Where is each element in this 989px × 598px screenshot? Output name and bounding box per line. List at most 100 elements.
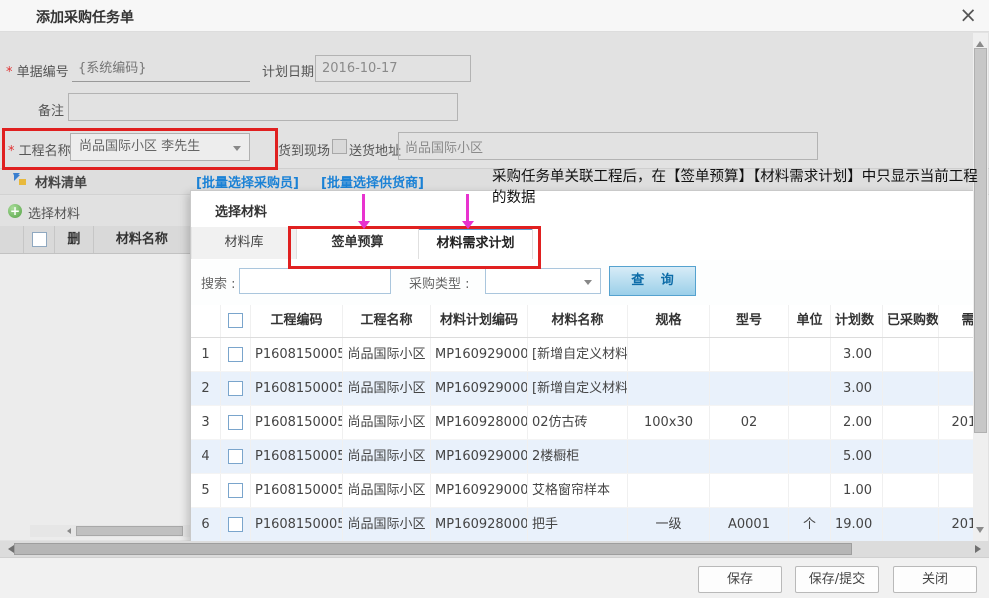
table-cell: P1608150005 — [251, 508, 343, 541]
table-cell: 5.00 — [831, 440, 883, 473]
table-cell: 个 — [789, 508, 831, 541]
annotation-text: 采购任务单关联工程后，在【签单预算】【材料需求计划】中只显示当前工程的数据 — [492, 167, 989, 209]
scroll-right-icon[interactable] — [975, 545, 985, 553]
table-cell — [939, 372, 975, 405]
row-checkbox-cell — [221, 474, 251, 507]
picker-title: 选择材料 — [215, 201, 267, 220]
table-cell — [789, 406, 831, 439]
scrollbar-thumb[interactable] — [76, 526, 183, 536]
plan-date-label: 计划日期 — [262, 61, 314, 80]
seq-column-header — [191, 305, 221, 337]
table-cell: MP160929000 — [431, 440, 528, 473]
table-row: 1P1608150005尚品国际小区MP160929000[新增自定义材料]3.… — [191, 338, 975, 372]
material-panel-header: 删 材料名称 — [0, 226, 190, 254]
table-cell: 2.00 — [831, 406, 883, 439]
table-cell — [710, 440, 789, 473]
table-cell — [883, 338, 939, 371]
column-header: 材料计划编码 — [431, 305, 528, 337]
row-checkbox-cell — [221, 508, 251, 541]
table-cell: 100x30 — [628, 406, 710, 439]
table-cell: 2016-0 — [939, 406, 975, 439]
table-row: 6P1608150005尚品国际小区MP160928000把手一级A0001个1… — [191, 508, 975, 542]
save-submit-button[interactable]: 保存/提交 — [795, 566, 879, 593]
table-cell — [710, 474, 789, 507]
table-cell: P1608150005 — [251, 440, 343, 473]
scroll-up-icon[interactable] — [976, 37, 984, 47]
address-label: 送货地址 — [349, 140, 401, 159]
doc-no-input[interactable] — [72, 56, 250, 82]
select-all-checkbox[interactable] — [228, 313, 243, 328]
material-name-column-header: 材料名称 — [94, 226, 190, 253]
row-checkbox[interactable] — [228, 381, 243, 396]
scrollbar-thumb[interactable] — [14, 543, 852, 555]
dialog-titlebar: 添加采购任务单 × — [0, 0, 989, 32]
remark-input[interactable] — [68, 93, 458, 121]
project-name-label: * 工程名称 — [8, 140, 71, 159]
close-button[interactable]: 关闭 — [893, 566, 977, 593]
scroll-down-icon[interactable] — [976, 527, 984, 537]
required-asterisk: * — [8, 144, 19, 159]
table-cell: MP160929000 — [431, 338, 528, 371]
required-asterisk: * — [6, 65, 17, 80]
table-cell: [新增自定义材料] — [528, 338, 628, 371]
query-button[interactable]: 查 询 — [609, 266, 696, 296]
address-input[interactable] — [398, 132, 818, 160]
plan-date-input[interactable] — [315, 55, 471, 82]
dialog-footer: 保存 保存/提交 关闭 — [0, 557, 989, 598]
table-row: 2P1608150005尚品国际小区MP160929000[新增自定义材料]3.… — [191, 372, 975, 406]
table-cell — [883, 406, 939, 439]
add-purchase-task-dialog: 添加采购任务单 × * 单据编号 计划日期 备注 * 工程名称 尚品国际小区 李… — [0, 0, 989, 598]
table-cell — [628, 440, 710, 473]
save-button[interactable]: 保存 — [698, 566, 782, 593]
column-header: 工程名称 — [343, 305, 431, 337]
row-select-column — [0, 226, 24, 253]
vertical-scrollbar[interactable] — [973, 33, 988, 541]
row-checkbox-cell — [221, 338, 251, 371]
tab-material-library[interactable]: 材料库 — [191, 227, 297, 259]
remark-label: 备注 — [38, 100, 64, 119]
purchase-type-dropdown[interactable] — [485, 268, 601, 294]
picker-table-header: 工程编码工程名称材料计划编码材料名称规格型号单位计划数已采购数需用 — [191, 305, 975, 338]
table-cell — [939, 338, 975, 371]
add-circle-icon[interactable]: + — [8, 204, 22, 218]
table-cell: 2楼橱柜 — [528, 440, 628, 473]
delete-column-header: 删 — [55, 226, 94, 253]
batch-select-buyer-link[interactable]: [批量选择采购员] — [196, 172, 299, 191]
table-cell — [883, 508, 939, 541]
table-cell — [789, 372, 831, 405]
row-checkbox[interactable] — [228, 415, 243, 430]
select-all-column — [221, 305, 251, 337]
table-cell — [789, 474, 831, 507]
horizontal-scrollbar[interactable] — [0, 541, 989, 557]
row-checkbox[interactable] — [228, 483, 243, 498]
scrollbar-thumb[interactable] — [974, 48, 987, 433]
scroll-left-icon[interactable] — [64, 528, 71, 534]
table-cell — [939, 440, 975, 473]
column-header: 材料名称 — [528, 305, 628, 337]
table-cell: MP160928000 — [431, 508, 528, 541]
column-header: 型号 — [710, 305, 789, 337]
tab-material-demand-plan[interactable]: 材料需求计划 — [419, 227, 533, 259]
material-list-panel: + 选择材料 删 材料名称 — [0, 196, 190, 540]
table-cell — [710, 338, 789, 371]
table-cell: 3.00 — [831, 338, 883, 371]
search-input[interactable] — [239, 268, 391, 294]
row-number: 5 — [191, 474, 221, 507]
batch-select-supplier-link[interactable]: [批量选择供货商] — [321, 172, 424, 191]
dialog-title: 添加采购任务单 — [36, 7, 134, 27]
arrival-checkbox[interactable] — [332, 139, 347, 154]
row-checkbox[interactable] — [228, 449, 243, 464]
select-all-checkbox[interactable] — [32, 232, 47, 247]
table-cell: 尚品国际小区 — [343, 338, 431, 371]
row-checkbox-cell — [221, 406, 251, 439]
row-checkbox[interactable] — [228, 517, 243, 532]
panel-horizontal-scrollbar[interactable] — [30, 525, 190, 537]
row-checkbox[interactable] — [228, 347, 243, 362]
table-cell: 艾格窗帘样本 — [528, 474, 628, 507]
scroll-left-icon[interactable] — [4, 545, 14, 553]
row-number: 4 — [191, 440, 221, 473]
select-material-button[interactable]: 选择材料 — [28, 203, 80, 222]
project-name-dropdown[interactable]: 尚品国际小区 李先生 — [70, 133, 250, 161]
close-icon[interactable]: × — [959, 2, 977, 28]
table-cell: 尚品国际小区 — [343, 406, 431, 439]
